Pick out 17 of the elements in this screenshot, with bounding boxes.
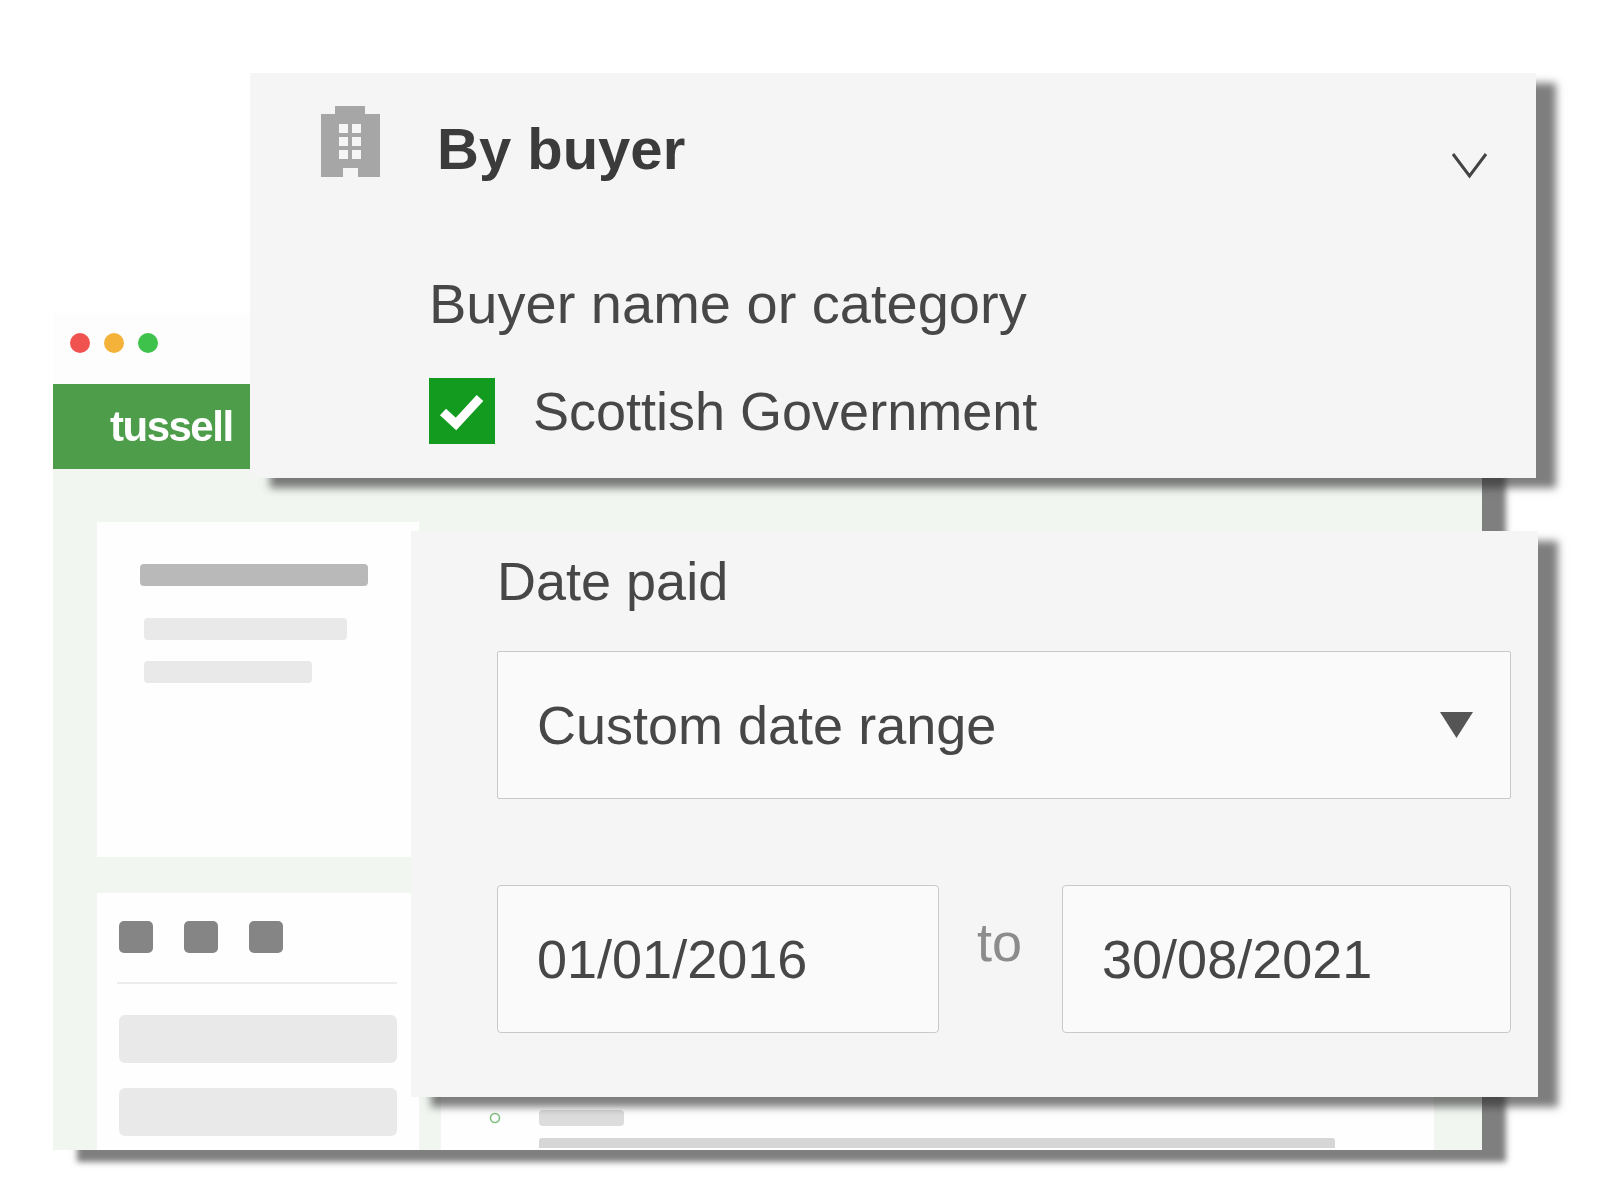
traffic-light-icon[interactable] [104, 333, 124, 353]
traffic-light-icon[interactable] [138, 333, 158, 353]
square-icon [119, 921, 153, 953]
building-icon [321, 106, 380, 177]
caret-down-icon [1440, 712, 1473, 738]
square-icon [184, 921, 218, 953]
range-separator: to [977, 915, 1023, 969]
traffic-light-icon[interactable] [70, 333, 90, 353]
date-range-select[interactable]: Custom date range [497, 651, 1511, 799]
date-input[interactable]: 30/08/2021 [1062, 885, 1511, 1033]
logo-text: tussell [110, 405, 233, 448]
chevron-down-icon[interactable] [1451, 151, 1488, 179]
option-label: Scottish Government [533, 384, 1038, 438]
ring-icon [489, 1112, 501, 1124]
square-icon [249, 921, 283, 953]
date-input[interactable]: 01/01/2016 [497, 885, 939, 1033]
checkbox[interactable] [429, 378, 495, 444]
